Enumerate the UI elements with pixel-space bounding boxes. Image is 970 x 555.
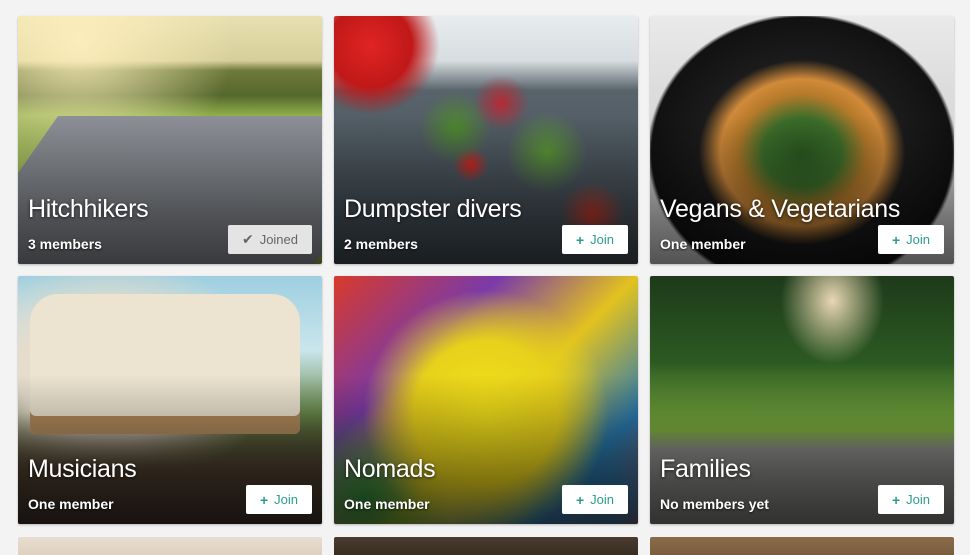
plus-icon: +	[891, 231, 901, 248]
group-card-partial[interactable]	[334, 537, 638, 555]
plus-icon: +	[259, 491, 269, 508]
checkmark-icon: ✔	[241, 231, 254, 247]
join-button[interactable]: + Join	[877, 225, 944, 254]
group-card-dumpster-divers[interactable]: Dumpster divers 2 members + Join	[334, 16, 638, 264]
group-title[interactable]: Hitchhikers	[28, 195, 149, 224]
group-title[interactable]: Families	[660, 455, 751, 484]
group-card-musicians[interactable]: Musicians One member + Join	[18, 276, 322, 524]
group-card-partial[interactable]	[650, 537, 954, 555]
plus-icon: +	[891, 491, 901, 508]
group-card-hitchhikers[interactable]: Hitchhikers 3 members ✔ Joined	[18, 16, 322, 264]
join-button[interactable]: + Join	[877, 485, 944, 514]
plus-icon: +	[575, 231, 585, 248]
group-card-vegans-vegetarians[interactable]: Vegans & Vegetarians One member + Join	[650, 16, 954, 264]
group-member-count: No members yet	[660, 496, 769, 512]
group-member-count: One member	[28, 496, 114, 512]
group-card-partial[interactable]	[18, 537, 322, 555]
plus-icon: +	[575, 491, 585, 508]
button-label: Join	[906, 492, 930, 507]
join-button[interactable]: + Join	[561, 225, 628, 254]
join-button[interactable]: + Join	[245, 485, 312, 514]
joined-button[interactable]: ✔ Joined	[227, 225, 312, 254]
group-title[interactable]: Dumpster divers	[344, 195, 522, 224]
group-member-count: One member	[660, 236, 746, 252]
join-button[interactable]: + Join	[561, 485, 628, 514]
button-label: Join	[274, 492, 298, 507]
group-card-families[interactable]: Families No members yet + Join	[650, 276, 954, 524]
button-label: Join	[906, 232, 930, 247]
button-label: Join	[590, 492, 614, 507]
group-card-nomads[interactable]: Nomads One member + Join	[334, 276, 638, 524]
group-title[interactable]: Musicians	[28, 455, 137, 484]
group-title[interactable]: Nomads	[344, 455, 436, 484]
group-member-count: 3 members	[28, 236, 102, 252]
group-title[interactable]: Vegans & Vegetarians	[660, 195, 900, 224]
button-label: Joined	[259, 232, 298, 247]
groups-grid: Hitchhikers 3 members ✔ Joined Dumpster …	[0, 0, 970, 555]
button-label: Join	[590, 232, 614, 247]
group-member-count: 2 members	[344, 236, 418, 252]
group-member-count: One member	[344, 496, 430, 512]
